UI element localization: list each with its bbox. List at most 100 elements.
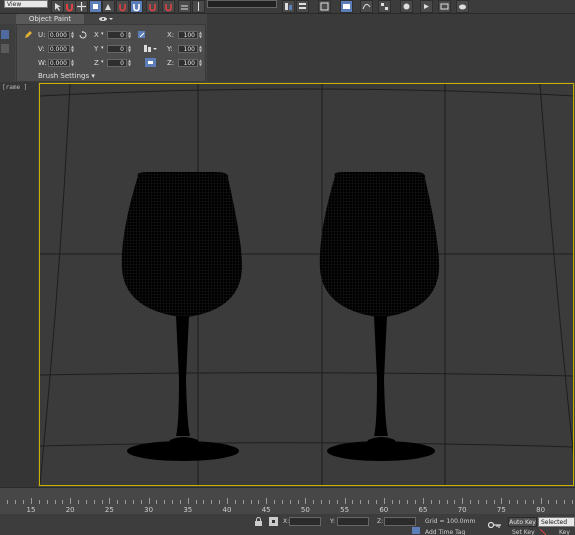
viewport-canvas — [40, 84, 573, 485]
offset-w-label: W: — [38, 59, 47, 67]
timeline-tick — [195, 500, 197, 504]
render-frame-icon[interactable] — [438, 0, 451, 13]
paint-tool-icon[interactable] — [1, 30, 9, 39]
status-x-field[interactable] — [289, 517, 321, 526]
timeline-tick — [423, 498, 424, 504]
status-z-label: Z: — [377, 518, 384, 525]
offset-u-field[interactable]: 0.000 — [48, 31, 70, 39]
rotate-x-spinner[interactable]: ▲ ▼ — [128, 31, 132, 39]
rotate-y-spinner[interactable]: ▲ ▼ — [128, 45, 132, 53]
pencil-icon[interactable] — [24, 30, 33, 39]
fill-tool-icon[interactable] — [1, 44, 9, 53]
rotate-x-label: X — [94, 31, 99, 39]
timeline-tick — [415, 500, 417, 504]
timeline-tick — [430, 500, 432, 504]
timeline-tick — [242, 500, 244, 504]
curve-editor-icon[interactable] — [360, 0, 373, 13]
offset-u-spinner[interactable]: ▲ ▼ — [71, 31, 75, 39]
timeline-tick — [54, 500, 56, 504]
status-y-field[interactable] — [337, 517, 369, 526]
named-selection-field[interactable] — [207, 0, 277, 8]
timeline-tick — [227, 498, 228, 504]
scale-mode-icon[interactable] — [143, 44, 157, 53]
offset-w-field[interactable]: 0.000 — [48, 59, 70, 67]
key-selection-dropdown[interactable]: Selected — [538, 517, 575, 527]
scale-y-field[interactable]: 100 — [178, 45, 198, 53]
mirror-icon[interactable] — [192, 0, 205, 13]
tab-object-paint[interactable]: Object Paint — [16, 14, 84, 24]
add-time-tag-label[interactable]: Add Time Tag — [425, 529, 465, 535]
offset-v-spinner[interactable]: ▲ ▼ — [71, 45, 75, 53]
scale-x-field[interactable]: 100 — [178, 31, 198, 39]
main-toolbar: View — [0, 0, 575, 14]
graphite-ribbon-icon[interactable] — [340, 0, 353, 13]
key-icon[interactable] — [488, 521, 502, 529]
perspective-viewport[interactable] — [39, 83, 574, 486]
timeline-tick — [524, 500, 526, 504]
layer-manager-icon[interactable] — [296, 0, 309, 13]
timeline-tick — [462, 498, 464, 504]
rotate-icon[interactable] — [89, 0, 102, 13]
auto-key-button[interactable]: Auto Key — [508, 517, 537, 527]
move-icon[interactable] — [75, 0, 88, 13]
timeline-tick — [148, 498, 150, 504]
scale-x-spinner[interactable]: ▲ ▼ — [199, 31, 203, 39]
scale-y-spinner[interactable]: ▲ ▼ — [199, 45, 203, 53]
key-filters-button[interactable]: Key F — [559, 529, 575, 535]
timeline-tick — [438, 500, 440, 504]
status-y-label: Y: — [330, 518, 335, 525]
rotate-arrow-icon[interactable] — [78, 30, 87, 39]
rotate-y-label: Y — [94, 45, 99, 53]
offset-u-label: U: — [38, 31, 46, 39]
rotate-x-dropdown-icon[interactable]: ▾ — [101, 31, 104, 37]
rotate-x-field[interactable]: 0 — [107, 31, 127, 39]
render-teapot-icon[interactable] — [456, 0, 469, 13]
rotate-y-dropdown-icon[interactable]: ▾ — [101, 45, 104, 51]
rotate-z-field[interactable]: 0 — [107, 59, 127, 67]
absolute-mode-icon[interactable] — [269, 517, 278, 526]
angle-snap-icon[interactable] — [130, 0, 143, 13]
key-filter-icon[interactable] — [540, 529, 546, 535]
viewport-label[interactable]: [rame ] — [2, 84, 27, 91]
rotate-z-spinner[interactable]: ▲ ▼ — [128, 59, 132, 67]
reference-coordinate-dropdown[interactable]: View — [4, 0, 48, 8]
scene-explorer-icon[interactable] — [318, 0, 331, 13]
spinner-snap-icon[interactable] — [162, 0, 175, 13]
timeline-tick — [336, 500, 338, 504]
snap-icon[interactable] — [116, 0, 129, 13]
ribbon-empty-area — [207, 14, 575, 82]
scale-icon[interactable] — [102, 0, 115, 13]
rotate-y-field[interactable]: 0 — [107, 45, 127, 53]
schematic-view-icon[interactable] — [378, 0, 391, 13]
brush-settings-dropdown[interactable]: Brush Settings ▾ — [38, 72, 95, 80]
viewport-grid — [40, 84, 573, 485]
time-slider-track[interactable]: 15 20 25 30 35 40 45 50 55 60 65 70 75 80 — [0, 487, 575, 515]
edit-named-selection-icon[interactable] — [178, 0, 191, 13]
timeline-tick — [85, 500, 87, 504]
render-setup-icon[interactable] — [420, 0, 433, 13]
timeline-tick — [407, 500, 409, 504]
percent-snap-icon[interactable] — [146, 0, 159, 13]
tab-eye-dropdown[interactable] — [92, 14, 118, 24]
timeline-tick — [101, 500, 103, 504]
timeline-tick — [15, 500, 17, 504]
lock-icon[interactable] — [254, 517, 263, 526]
timeline-tick — [132, 500, 134, 504]
rotate-z-dropdown-icon[interactable]: ▾ — [101, 59, 104, 65]
scale-z-field[interactable]: 100 — [178, 59, 198, 67]
material-editor-icon[interactable] — [400, 0, 413, 13]
status-z-field[interactable] — [384, 517, 416, 526]
offset-w-spinner[interactable]: ▲ ▼ — [71, 59, 75, 67]
scale-paint-icon[interactable] — [137, 30, 146, 39]
timeline-tick — [540, 498, 542, 504]
scale-z-label: Z: — [167, 59, 175, 67]
align-icon[interactable] — [282, 0, 295, 13]
set-key-button[interactable]: Set Key — [512, 529, 535, 535]
scale-lock-icon[interactable] — [145, 58, 156, 67]
scale-z-spinner[interactable]: ▲ ▼ — [199, 59, 203, 67]
timeline-tick — [571, 500, 573, 504]
offset-v-field[interactable]: 0.000 — [48, 45, 70, 53]
timeline-tick — [203, 500, 205, 504]
add-time-tag-icon[interactable] — [412, 527, 421, 535]
status-bar: X: Y: Z: Grid = 100.0mm Add Time Tag Aut… — [0, 514, 575, 535]
